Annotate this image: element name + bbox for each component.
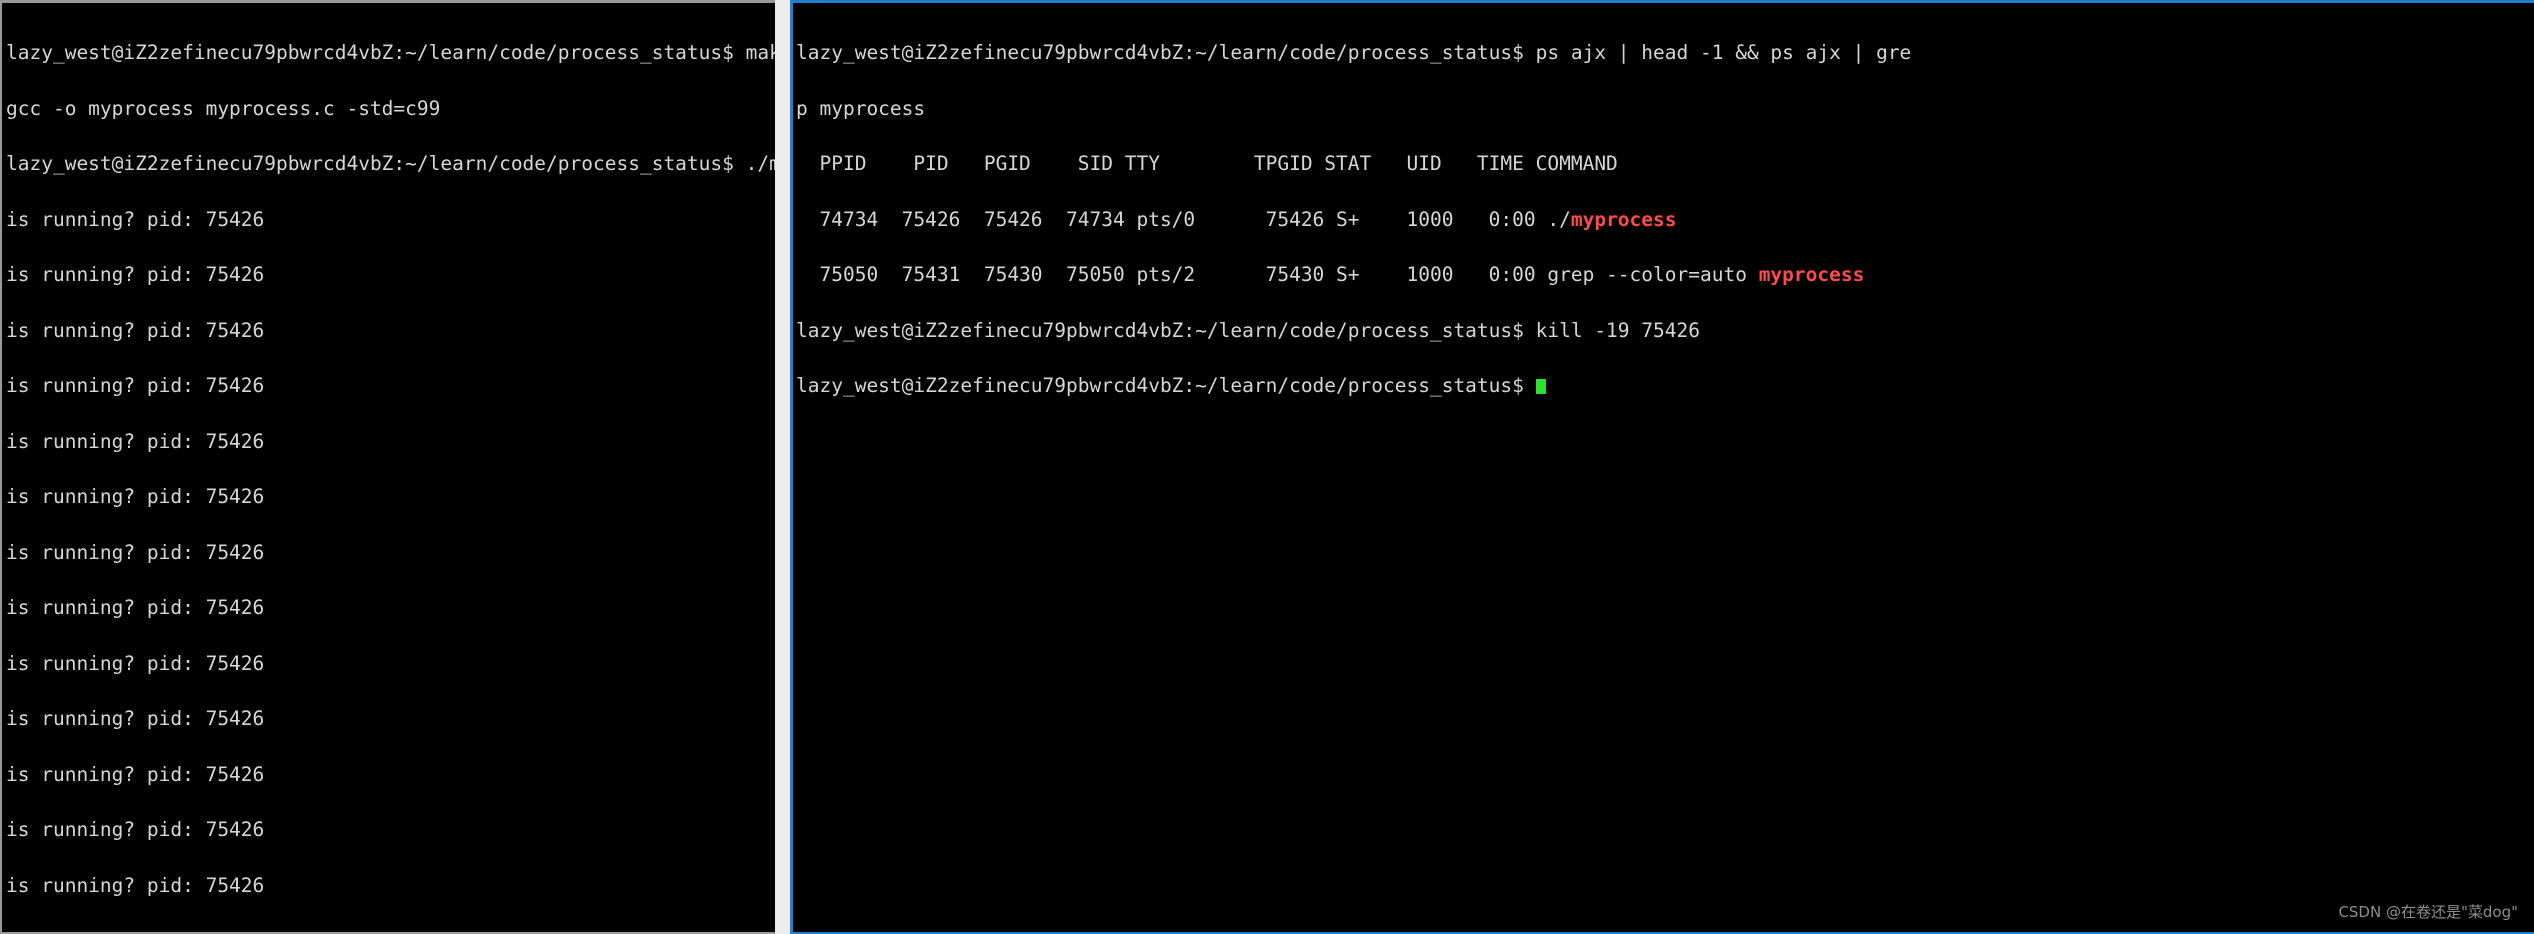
- shell-prompt: lazy_west@iZ2zefinecu79pbwrcd4vbZ:~/lear…: [796, 374, 1536, 397]
- active-pane-indicator: [1253, 0, 1383, 3]
- cursor-block-icon: [1535, 379, 1546, 394]
- terminal-line: is running? pid: 75426: [6, 540, 265, 564]
- left-terminal-output[interactable]: lazy_west@iZ2zefinecu79pbwrcd4vbZ:~/lear…: [6, 7, 775, 932]
- left-terminal-pane[interactable]: lazy_west@iZ2zefinecu79pbwrcd4vbZ:~/lear…: [0, 0, 775, 934]
- ps-table-header: PPID PID PGID SID TTY TPGID STAT UID TIM…: [796, 152, 1618, 175]
- terminal-line: is running? pid: 75426: [6, 374, 265, 397]
- pane-splitter[interactable]: [775, 0, 790, 934]
- ps-row-fields: 74734 75426 75426 74734 pts/0 75426 S+ 1…: [796, 207, 1571, 231]
- csdn-watermark: CSDN @在卷还是"菜dog": [2338, 903, 2518, 921]
- terminal-line: is running? pid: 75426: [6, 596, 265, 619]
- terminal-line: lazy_west@iZ2zefinecu79pbwrcd4vbZ:~/lear…: [6, 152, 775, 175]
- right-terminal-output[interactable]: lazy_west@iZ2zefinecu79pbwrcd4vbZ:~/lear…: [796, 7, 2534, 932]
- terminal-line: is running? pid: 75426: [6, 818, 265, 841]
- terminal-command-line: lazy_west@iZ2zefinecu79pbwrcd4vbZ:~/lear…: [796, 41, 1912, 64]
- terminal-line: is running? pid: 75426: [6, 263, 265, 286]
- grep-match-highlight: myprocess: [1758, 263, 1865, 286]
- terminal-line: is running? pid: 75426: [6, 207, 265, 231]
- ps-table-row: 75050 75431 75430 75050 pts/2 75430 S+ 1…: [796, 263, 2534, 286]
- terminal-line: gcc -o myprocess myprocess.c -std=c99: [6, 96, 441, 120]
- terminal-line: is running? pid: 75426: [6, 651, 265, 675]
- terminal-line: is running? pid: 75426: [6, 762, 265, 786]
- terminal-prompt-line[interactable]: lazy_west@iZ2zefinecu79pbwrcd4vbZ:~/lear…: [796, 374, 2534, 397]
- grep-match-highlight: myprocess: [1570, 207, 1677, 231]
- terminal-line: lazy_west@iZ2zefinecu79pbwrcd4vbZ:~/lear…: [6, 41, 775, 64]
- terminal-line: is running? pid: 75426: [6, 707, 265, 730]
- terminal-window: lazy_west@iZ2zefinecu79pbwrcd4vbZ:~/lear…: [0, 0, 2534, 934]
- terminal-command-line-wrap: p myprocess: [796, 96, 926, 120]
- terminal-line: is running? pid: 75426: [6, 873, 265, 897]
- terminal-line: is running? pid: 75426: [6, 318, 265, 342]
- right-terminal-pane[interactable]: lazy_west@iZ2zefinecu79pbwrcd4vbZ:~/lear…: [790, 0, 2534, 934]
- ps-row-fields: 75050 75431 75430 75050 pts/2 75430 S+ 1…: [796, 263, 1759, 286]
- terminal-kill-command-line: lazy_west@iZ2zefinecu79pbwrcd4vbZ:~/lear…: [796, 318, 1700, 342]
- terminal-line: is running? pid: 75426: [6, 485, 265, 508]
- ps-table-row: 74734 75426 75426 74734 pts/0 75426 S+ 1…: [796, 207, 2534, 231]
- terminal-line: is running? pid: 75426: [6, 429, 265, 453]
